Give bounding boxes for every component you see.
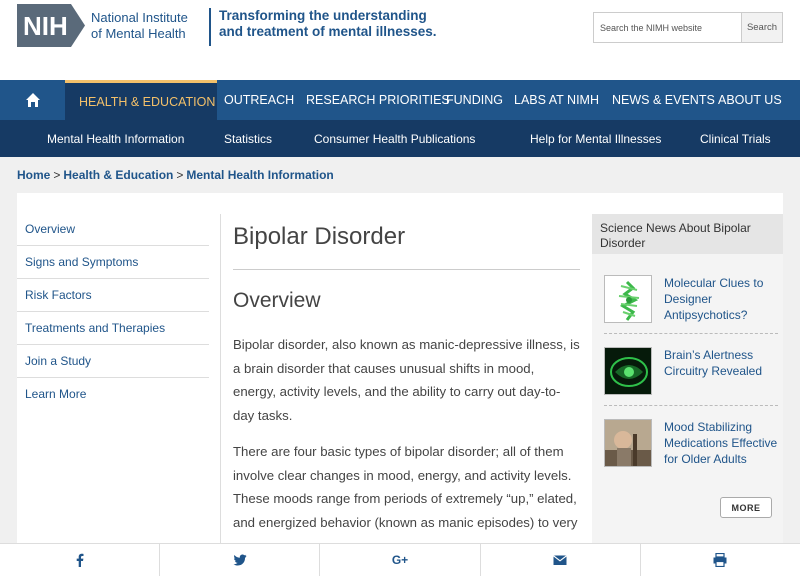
institute-name-line2: of Mental Health — [91, 25, 186, 41]
news-thumbnail-brain — [604, 347, 652, 395]
nav-health-education[interactable]: HEALTH & EDUCATION — [65, 80, 217, 120]
tagline: Transforming the understanding and treat… — [209, 8, 437, 46]
share-google-plus-button[interactable]: G+ — [320, 544, 481, 576]
breadcrumb-separator: > — [53, 168, 61, 182]
breadcrumb-home[interactable]: Home — [17, 168, 50, 182]
home-link[interactable] — [0, 80, 65, 120]
breadcrumb-mental-health-information[interactable]: Mental Health Information — [186, 168, 333, 182]
subnav-mental-health-information[interactable]: Mental Health Information — [47, 120, 184, 157]
share-print-button[interactable] — [641, 544, 800, 576]
site-header: NIH National Institute of Mental Health … — [0, 0, 800, 80]
sidebar-item-treatments-and-therapies[interactable]: Treatments and Therapies — [17, 312, 209, 345]
science-news-sidebar: Science News About Bipolar Disorder Mole… — [592, 214, 783, 554]
nav-labs-at-nimh[interactable]: LABS AT NIMH — [507, 80, 605, 120]
breadcrumb: Home > Health & Education > Mental Health In… — [17, 168, 334, 182]
article-paragraph: Bipolar disorder, also known as manic-de… — [233, 337, 580, 423]
breadcrumb-health-education[interactable]: Health & Education — [63, 168, 173, 182]
news-separator — [604, 333, 778, 334]
share-twitter-button[interactable] — [160, 544, 321, 576]
article-paragraph: There are four basic types of bipolar di… — [233, 444, 578, 530]
subnav-help-for-mental-illnesses[interactable]: Help for Mental Illnesses — [530, 120, 661, 157]
google-plus-icon: G+ — [391, 553, 409, 567]
facebook-icon — [76, 553, 84, 567]
nav-research-priorities[interactable]: RESEARCH PRIORITIES — [299, 80, 450, 120]
content-panel: Overview Signs and Symptoms Risk Factors… — [17, 193, 783, 576]
news-item[interactable]: Molecular Clues to Designer Antipsychoti… — [604, 275, 778, 323]
institute-name-line1: National Institute — [91, 9, 188, 25]
nih-logo-mark: NIH — [17, 4, 85, 47]
breadcrumb-separator: > — [176, 168, 184, 182]
nav-news-events[interactable]: NEWS & EVENTS — [605, 80, 715, 120]
news-item[interactable]: Brain’s Alertness Circuitry Revealed — [604, 347, 778, 395]
news-item-title[interactable]: Molecular Clues to Designer Antipsychoti… — [664, 275, 778, 323]
news-item[interactable]: Mood Stabilizing Medications Effective f… — [604, 419, 778, 467]
subnav-clinical-trials[interactable]: Clinical Trials — [700, 120, 771, 157]
share-email-button[interactable] — [481, 544, 641, 576]
search-button[interactable]: Search — [741, 13, 782, 42]
nimh-logo[interactable]: NIH National Institute of Mental Health — [17, 4, 188, 47]
nav-outreach[interactable]: OUTREACH — [217, 80, 299, 120]
nav-about-us[interactable]: ABOUT US — [711, 80, 800, 120]
subnav-consumer-health-publications[interactable]: Consumer Health Publications — [314, 120, 475, 157]
email-icon — [553, 555, 568, 565]
sidebar-item-risk-factors[interactable]: Risk Factors — [17, 279, 209, 312]
section-sidebar: Overview Signs and Symptoms Risk Factors… — [17, 213, 209, 411]
science-news-heading: Science News About Bipolar Disorder — [592, 214, 783, 254]
sidebar-item-learn-more[interactable]: Learn More — [17, 378, 209, 411]
search-form: Search — [593, 12, 783, 43]
article: Bipolar Disorder Overview Bipolar disord… — [233, 223, 580, 534]
more-news-button[interactable]: MORE — [720, 497, 772, 518]
share-facebook-button[interactable] — [0, 544, 161, 576]
main-nav: HEALTH & EDUCATION OUTREACH RESEARCH PRI… — [0, 80, 800, 120]
subnav-statistics[interactable]: Statistics — [224, 120, 272, 157]
sub-nav: Mental Health Information Statistics Con… — [0, 120, 800, 157]
institute-name: National Institute of Mental Health — [91, 10, 188, 42]
nav-funding[interactable]: FUNDING — [439, 80, 507, 120]
news-item-title[interactable]: Brain’s Alertness Circuitry Revealed — [664, 347, 778, 395]
page-title: Bipolar Disorder — [233, 223, 580, 270]
sidebar-item-signs-and-symptoms[interactable]: Signs and Symptoms — [17, 246, 209, 279]
search-input[interactable] — [594, 13, 741, 42]
section-heading: Overview — [233, 289, 321, 312]
tagline-line1: Transforming the understanding — [219, 8, 427, 23]
sidebar-item-overview[interactable]: Overview — [17, 213, 209, 246]
home-icon — [25, 93, 40, 107]
nih-logo-text: NIH — [23, 11, 68, 41]
print-icon — [713, 553, 727, 567]
news-thumbnail-molecule — [604, 275, 652, 323]
share-bar: G+ — [0, 543, 800, 576]
news-separator — [604, 405, 778, 406]
news-thumbnail-older-adults — [604, 419, 652, 467]
column-divider — [220, 214, 221, 554]
tagline-line2: and treatment of mental illnesses. — [219, 24, 437, 39]
twitter-icon — [233, 554, 247, 566]
news-item-title[interactable]: Mood Stabilizing Medications Effective f… — [664, 419, 778, 467]
sidebar-item-join-a-study[interactable]: Join a Study — [17, 345, 209, 378]
